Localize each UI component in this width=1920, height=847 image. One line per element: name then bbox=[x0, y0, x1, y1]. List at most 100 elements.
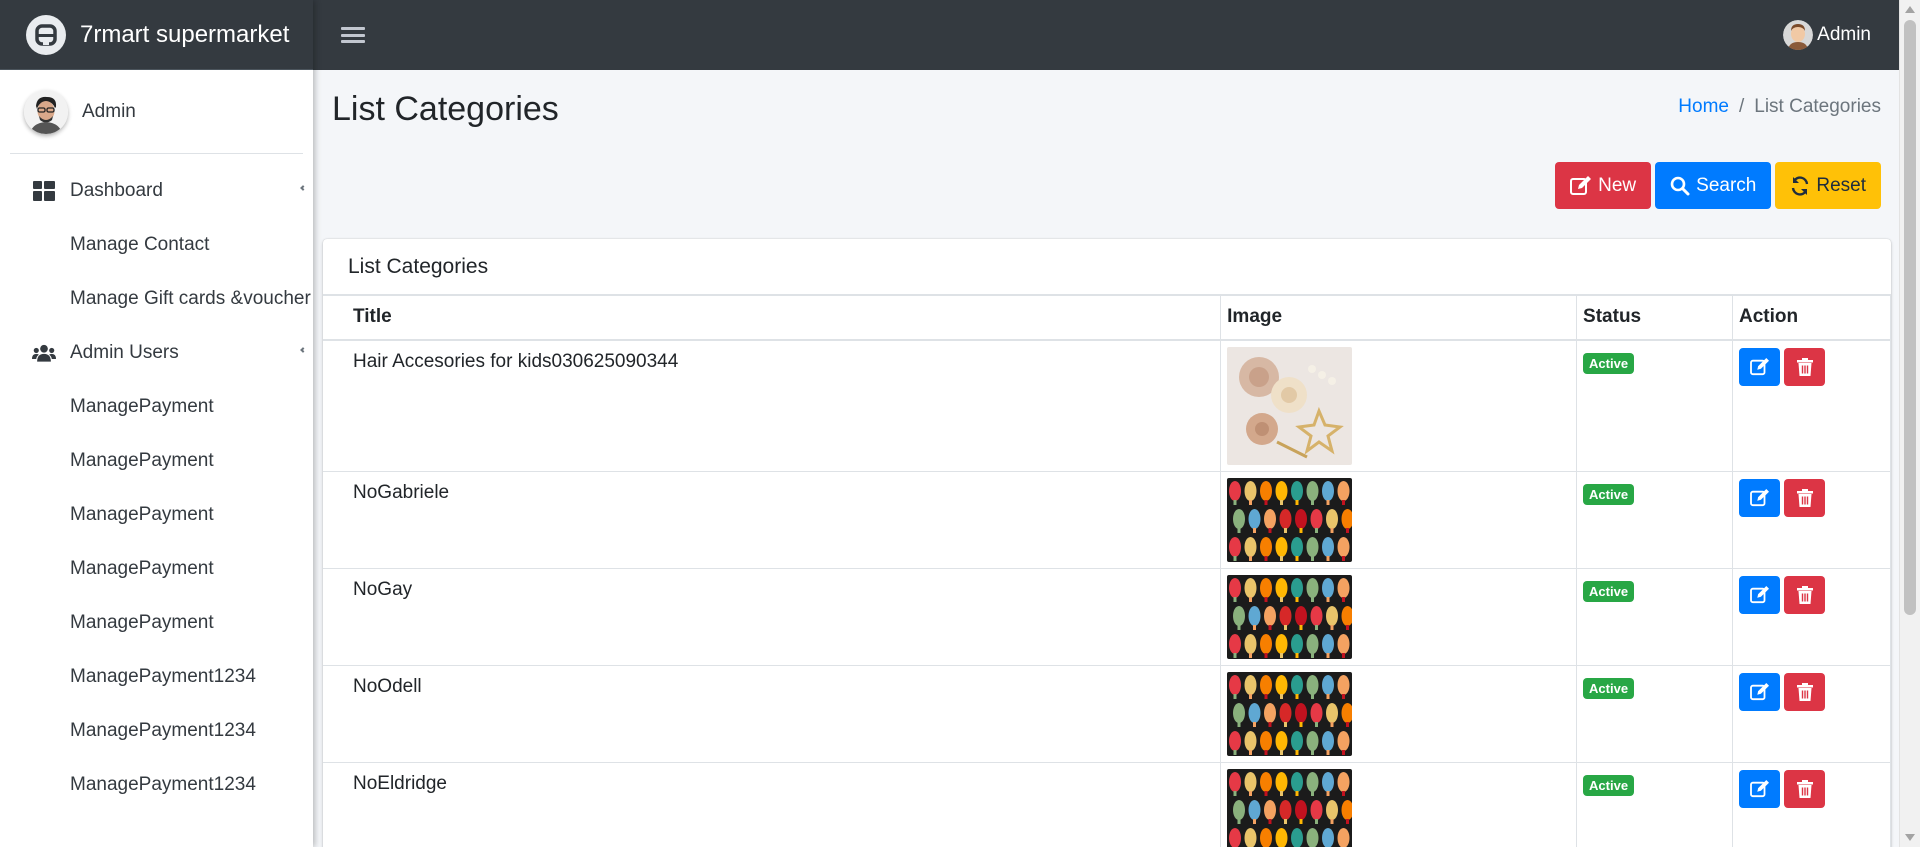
trash-icon bbox=[1796, 357, 1813, 376]
edit-icon bbox=[1749, 585, 1769, 603]
navbar-user-menu[interactable]: Admin bbox=[1783, 0, 1871, 70]
chevron-left-icon bbox=[300, 185, 306, 191]
scrollbar-thumb[interactable] bbox=[1904, 20, 1916, 615]
category-title: NoEldridge bbox=[323, 761, 1222, 847]
sidebar-item-manage-payment[interactable]: ManagePayment bbox=[0, 434, 313, 488]
brand-name: 7rmart supermarket bbox=[80, 20, 290, 48]
categories-table: Title Image Status Action Hair Accesorie… bbox=[323, 295, 1891, 847]
new-button-label: New bbox=[1598, 174, 1637, 196]
sidebar-item-label: Dashboard bbox=[70, 180, 163, 201]
category-image-cell bbox=[1220, 664, 1578, 763]
reset-button-label: Reset bbox=[1816, 174, 1866, 196]
sidebar-item-manage-gift-cards[interactable]: Manage Gift cards &voucher bbox=[0, 272, 313, 326]
sidebar-item-label: ManagePayment bbox=[70, 612, 214, 633]
lanterns-image[interactable] bbox=[1227, 574, 1353, 659]
main-content: List Categories Home / List Categories N… bbox=[313, 70, 1899, 847]
delete-button[interactable] bbox=[1784, 347, 1825, 386]
brand[interactable]: 7rmart supermarket bbox=[0, 0, 313, 70]
status-cell: Active bbox=[1576, 339, 1733, 472]
lanterns-image[interactable] bbox=[1227, 671, 1353, 756]
status-badge: Active bbox=[1583, 352, 1635, 374]
dashboard-icon bbox=[32, 179, 56, 203]
delete-button[interactable] bbox=[1784, 575, 1825, 614]
sidebar-nav: Dashboard Manage Contact Manage Gift car… bbox=[0, 154, 313, 812]
sidebar-item-label: ManagePayment bbox=[70, 504, 214, 525]
hair-accessories-image[interactable] bbox=[1227, 346, 1353, 465]
table-row: NoOdell Active bbox=[323, 664, 1891, 763]
table-row: NoGabriele Active bbox=[323, 470, 1891, 569]
column-header-status: Status bbox=[1576, 295, 1733, 341]
action-buttons: New Search Reset bbox=[1555, 162, 1881, 209]
brand-logo-icon bbox=[26, 14, 66, 55]
lanterns-image[interactable] bbox=[1227, 768, 1353, 847]
trash-icon bbox=[1796, 585, 1813, 604]
sidebar: 7rmart supermarket Admin Dashboard Manag… bbox=[0, 0, 313, 847]
delete-button[interactable] bbox=[1784, 478, 1825, 517]
sidebar-item-label: Admin Users bbox=[70, 342, 179, 363]
sidebar-item-manage-payment[interactable]: ManagePayment bbox=[0, 596, 313, 650]
breadcrumb-home-link[interactable]: Home bbox=[1678, 96, 1729, 118]
new-button[interactable]: New bbox=[1555, 162, 1652, 209]
reset-button[interactable]: Reset bbox=[1775, 162, 1881, 209]
page-title: List Categories bbox=[332, 90, 559, 128]
category-image-cell bbox=[1220, 339, 1578, 472]
sidebar-user-panel[interactable]: Admin bbox=[10, 70, 303, 154]
sidebar-item-label: ManagePayment bbox=[70, 450, 214, 471]
sidebar-item-manage-payment[interactable]: ManagePayment bbox=[0, 488, 313, 542]
sidebar-item-label: Manage Contact bbox=[70, 234, 210, 255]
menu-toggle-icon[interactable] bbox=[341, 25, 365, 45]
avatar bbox=[1783, 20, 1814, 50]
sidebar-item-manage-payment[interactable]: ManagePayment bbox=[0, 542, 313, 596]
action-cell bbox=[1732, 761, 1891, 847]
delete-button[interactable] bbox=[1784, 672, 1825, 711]
edit-button[interactable] bbox=[1739, 575, 1780, 614]
edit-button[interactable] bbox=[1739, 347, 1780, 386]
status-cell: Active bbox=[1576, 761, 1733, 847]
edit-button[interactable] bbox=[1739, 672, 1780, 711]
sidebar-item-dashboard[interactable]: Dashboard bbox=[0, 164, 313, 218]
sidebar-item-manage-payment-1234[interactable]: ManagePayment1234 bbox=[0, 704, 313, 758]
navbar-user-name: Admin bbox=[1817, 24, 1871, 45]
card-title: List Categories bbox=[323, 239, 1891, 295]
sidebar-item-label: ManagePayment bbox=[70, 558, 214, 579]
edit-icon bbox=[1570, 175, 1592, 195]
sidebar-item-manage-payment[interactable]: ManagePayment bbox=[0, 380, 313, 434]
trash-icon bbox=[1796, 488, 1813, 507]
category-title: NoGay bbox=[323, 567, 1222, 666]
category-title: Hair Accesories for kids030625090344 bbox=[323, 339, 1222, 472]
sidebar-item-label: ManagePayment1234 bbox=[70, 774, 256, 795]
top-navbar: Admin bbox=[313, 0, 1899, 70]
search-button[interactable]: Search bbox=[1655, 162, 1772, 209]
status-cell: Active bbox=[1576, 664, 1733, 763]
sidebar-item-label: Manage Gift cards &voucher bbox=[70, 288, 311, 309]
column-header-title: Title bbox=[323, 295, 1222, 341]
status-badge: Active bbox=[1583, 774, 1635, 796]
sidebar-item-label: ManagePayment1234 bbox=[70, 720, 256, 741]
status-badge: Active bbox=[1583, 483, 1635, 505]
search-icon bbox=[1670, 176, 1690, 195]
delete-button[interactable] bbox=[1784, 769, 1825, 808]
sidebar-item-manage-payment-1234[interactable]: ManagePayment1234 bbox=[0, 650, 313, 704]
status-cell: Active bbox=[1576, 567, 1733, 666]
sidebar-item-admin-users[interactable]: Admin Users bbox=[0, 326, 313, 380]
page-scrollbar[interactable] bbox=[1899, 0, 1920, 847]
breadcrumb: Home / List Categories bbox=[1678, 96, 1881, 118]
action-cell bbox=[1732, 339, 1891, 472]
lanterns-image[interactable] bbox=[1227, 477, 1353, 562]
edit-icon bbox=[1749, 488, 1769, 506]
sidebar-item-manage-contact[interactable]: Manage Contact bbox=[0, 218, 313, 272]
sidebar-item-label: ManagePayment bbox=[70, 396, 214, 417]
status-badge: Active bbox=[1583, 677, 1635, 699]
edit-button[interactable] bbox=[1739, 478, 1780, 517]
edit-button[interactable] bbox=[1739, 769, 1780, 808]
category-title: NoGabriele bbox=[323, 470, 1222, 569]
search-button-label: Search bbox=[1696, 174, 1757, 196]
column-header-action: Action bbox=[1732, 295, 1891, 341]
edit-icon bbox=[1749, 682, 1769, 700]
sidebar-item-manage-payment-1234[interactable]: ManagePayment1234 bbox=[0, 758, 313, 812]
users-icon bbox=[32, 341, 56, 365]
scroll-down-arrow-icon[interactable] bbox=[1905, 834, 1915, 841]
avatar bbox=[24, 89, 68, 134]
edit-icon bbox=[1749, 357, 1769, 375]
scroll-up-arrow-icon[interactable] bbox=[1905, 6, 1915, 13]
